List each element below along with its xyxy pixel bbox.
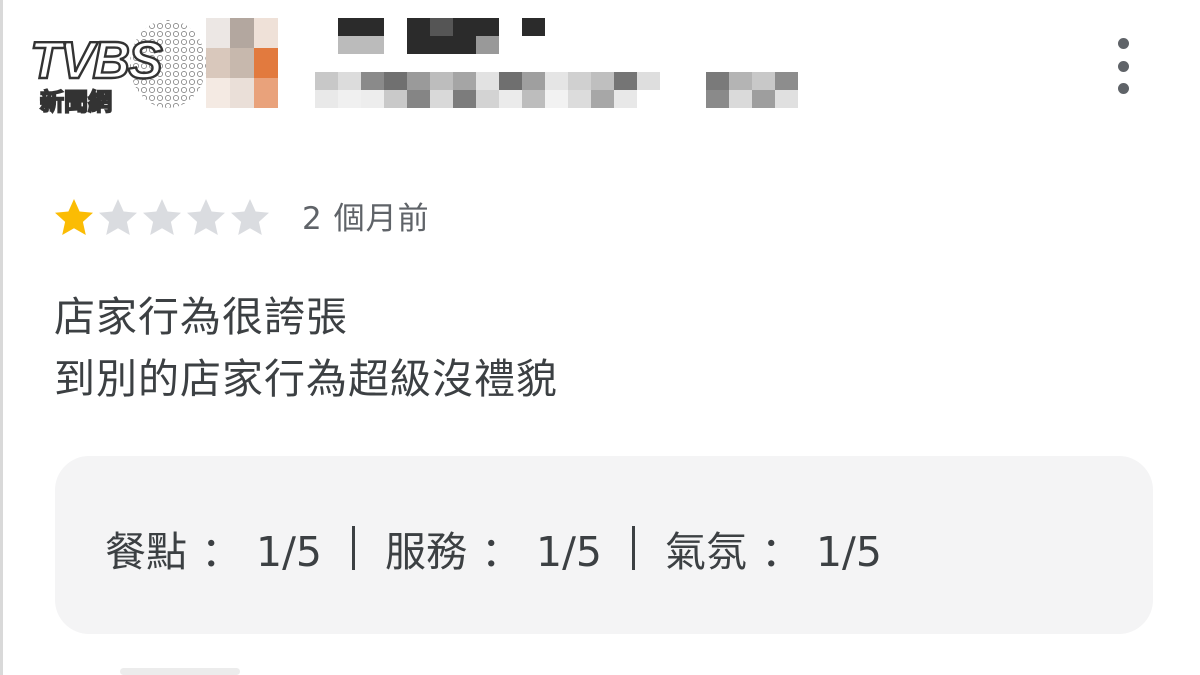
window-edge <box>0 0 3 675</box>
reviewer-name-blurred[interactable] <box>315 18 821 54</box>
sub-rating-service: 服務 ： 1/5 <box>385 518 602 578</box>
sub-rating-label: 氣氛 <box>664 528 747 576</box>
star-empty-icon <box>184 196 228 236</box>
sub-rating-food: 餐點 ： 1/5 <box>105 518 322 578</box>
star-filled-icon <box>52 196 96 236</box>
reviewer-info-blurred <box>315 72 821 108</box>
sub-rating-colon: ： <box>201 528 242 576</box>
sub-rating-colon: ： <box>760 528 802 576</box>
sub-rating-value: 1/5 <box>256 528 322 576</box>
sub-ratings-card: 餐點 ： 1/5 服務 ： 1/5 氣氛 ： 1/5 <box>55 456 1153 634</box>
sub-rating-colon: ： <box>480 528 522 576</box>
divider <box>631 526 635 570</box>
review-text: 店家行為很誇張 到別的店家行為超級沒禮貌 <box>54 286 558 410</box>
review-line: 店家行為很誇張 <box>54 293 348 341</box>
svg-text:TVBS: TVBS <box>30 32 163 90</box>
sub-rating-value: 1/5 <box>815 528 882 576</box>
star-rating <box>52 196 272 236</box>
sub-rating-label: 服務 <box>384 528 467 576</box>
review-line: 到別的店家行為超級沒禮貌 <box>54 355 558 403</box>
star-empty-icon <box>140 196 184 236</box>
sub-ratings: 餐點 ： 1/5 服務 ： 1/5 氣氛 ： 1/5 <box>105 518 882 578</box>
avatar-blurred[interactable] <box>206 18 278 108</box>
sub-rating-atmosphere: 氣氛 ： 1/5 <box>665 518 882 578</box>
divider <box>351 526 355 570</box>
star-empty-icon <box>228 196 272 236</box>
review-time: 2 個月前 <box>302 201 430 237</box>
tvbs-watermark-logo: TVBS 新聞網 <box>28 14 208 117</box>
sub-rating-value: 1/5 <box>535 528 602 576</box>
more-vert-icon[interactable] <box>1108 38 1138 94</box>
rating-row: 2 個月前 <box>52 193 430 238</box>
sub-rating-label: 餐點 <box>105 528 187 576</box>
svg-text:新聞網: 新聞網 <box>40 88 112 116</box>
star-empty-icon <box>96 196 140 236</box>
next-element-hint <box>120 668 240 675</box>
